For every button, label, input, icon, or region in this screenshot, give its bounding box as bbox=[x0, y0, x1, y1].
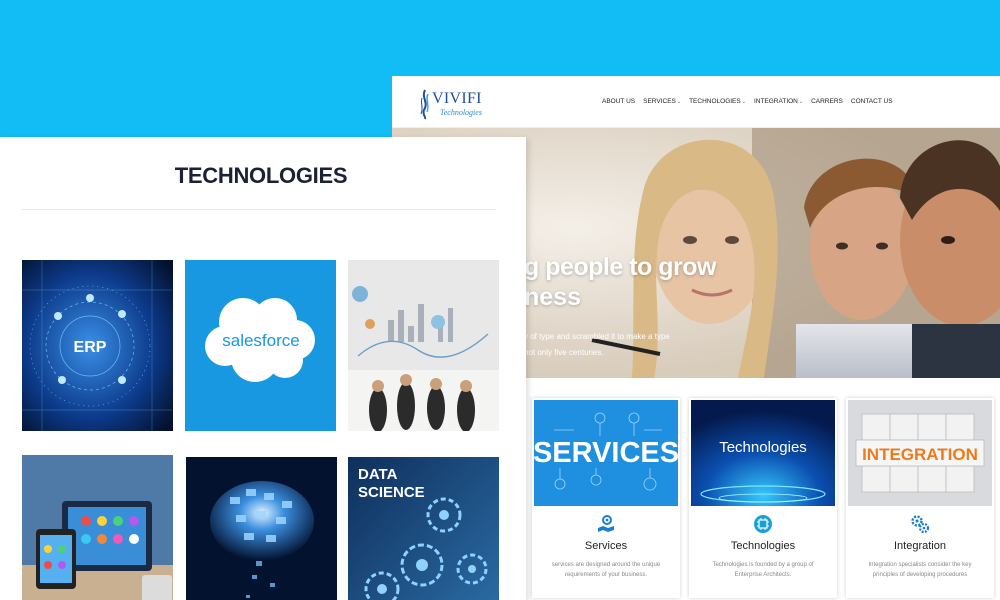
hero-heading-line1: g people to grow bbox=[524, 253, 717, 281]
services-card[interactable]: SERVICES Services services are designed … bbox=[532, 398, 680, 598]
technologies-icon bbox=[754, 515, 772, 533]
hero-subtext-line2: not only five centuries. bbox=[524, 348, 604, 357]
main-navigation: ABOUT US SERVICES⌄ TECHNOLOGIES⌄ INTEGRA… bbox=[602, 98, 893, 105]
nav-label: CARRERS bbox=[811, 98, 843, 105]
integration-icon bbox=[911, 515, 930, 534]
technologies-card[interactable]: Technologies Technologies Technologies i… bbox=[689, 398, 837, 598]
nav-services[interactable]: SERVICES⌄ bbox=[643, 98, 681, 105]
site-header: VIVIFI Technologies ABOUT US SERVICES⌄ T… bbox=[392, 76, 1000, 128]
nav-label: CONTACT US bbox=[850, 98, 893, 105]
vivifi-logo[interactable]: VIVIFI Technologies bbox=[418, 88, 482, 120]
chevron-down-icon: ⌄ bbox=[741, 99, 746, 105]
tile-analytics[interactable] bbox=[348, 260, 499, 431]
technologies-card-title: Technologies bbox=[730, 540, 796, 552]
feature-cards: SERVICES Services services are designed … bbox=[532, 398, 994, 598]
integration-card-title: Integration bbox=[894, 540, 946, 552]
nav-label: TECHNOLOGIES bbox=[689, 98, 741, 105]
technologies-card-image: Technologies bbox=[691, 400, 835, 506]
services-card-title: Services bbox=[584, 540, 628, 552]
services-card-description: services are designed around the unique … bbox=[551, 562, 661, 578]
integration-image-text: INTEGRATION bbox=[862, 445, 978, 464]
technologies-page-window: TECHNOLOGIES ERP salesforce DATA SCIENCE bbox=[0, 137, 526, 600]
nav-label: ABOUT US bbox=[602, 98, 636, 105]
tile-salesforce[interactable]: salesforce bbox=[185, 260, 336, 431]
integration-card-image: INTEGRATION bbox=[848, 400, 992, 506]
services-card-image: SERVICES bbox=[534, 400, 678, 506]
tile-data-science[interactable]: DATA SCIENCE bbox=[348, 457, 499, 600]
data-science-tile-label-line1: DATA bbox=[358, 466, 398, 483]
integration-card-description: Integration specialists consider the key… bbox=[868, 562, 972, 578]
hero-heading-line2: ness bbox=[524, 283, 581, 311]
page-title: TECHNOLOGIES bbox=[174, 163, 348, 188]
nav-technologies[interactable]: TECHNOLOGIES⌄ bbox=[689, 98, 746, 105]
tile-erp[interactable]: ERP bbox=[22, 260, 173, 431]
chevron-down-icon: ⌄ bbox=[676, 99, 682, 105]
data-science-tile-label-line2: SCIENCE bbox=[358, 484, 425, 501]
services-icon bbox=[598, 515, 614, 532]
technologies-image-text: Technologies bbox=[719, 439, 807, 456]
title-divider bbox=[22, 209, 496, 210]
logo-flame-icon bbox=[420, 89, 429, 120]
erp-tile-label: ERP bbox=[74, 339, 107, 356]
services-image-text: SERVICES bbox=[534, 437, 678, 469]
tile-cloud[interactable] bbox=[186, 457, 337, 600]
integration-card[interactable]: INTEGRATION Integration Integration spec… bbox=[846, 398, 994, 598]
chevron-down-icon: ⌄ bbox=[798, 99, 804, 105]
nav-integration[interactable]: INTEGRATION⌄ bbox=[754, 98, 803, 105]
nav-label: SERVICES bbox=[643, 98, 676, 105]
salesforce-tile-label: salesforce bbox=[222, 331, 299, 350]
logo-subtitle: Technologies bbox=[440, 108, 482, 117]
hero-subtext-line1: y of type and scrambled it to make a typ… bbox=[524, 332, 670, 341]
tile-mobile-apps[interactable] bbox=[22, 455, 173, 600]
technologies-card-description: Technologies is founded by a group of En… bbox=[712, 562, 814, 578]
nav-contact-us[interactable]: CONTACT US bbox=[851, 98, 893, 105]
nav-label: INTEGRATION bbox=[753, 98, 798, 105]
logo-name: VIVIFI bbox=[432, 90, 482, 107]
nav-carrers[interactable]: CARRERS bbox=[811, 98, 843, 105]
nav-about-us[interactable]: ABOUT US bbox=[602, 98, 635, 105]
